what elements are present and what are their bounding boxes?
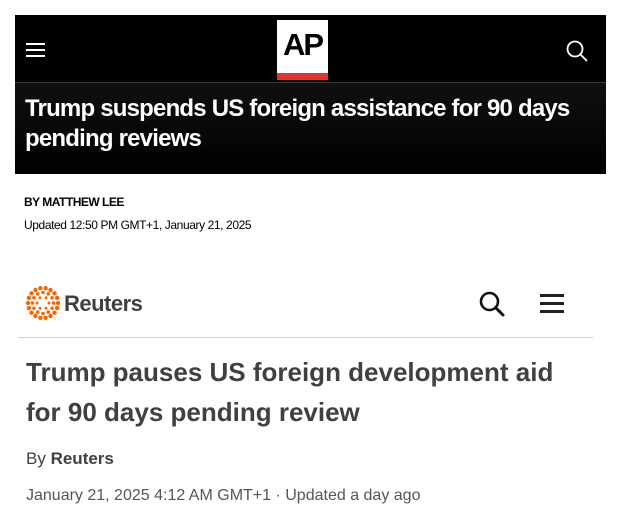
- hamburger-menu-icon[interactable]: [540, 294, 564, 314]
- reuters-dots-logo[interactable]: [25, 285, 61, 321]
- ap-updated-timestamp: Updated 12:50 PM GMT+1, January 21, 2025: [24, 218, 252, 232]
- ap-headline: Trump suspends US foreign assistance for…: [25, 95, 570, 152]
- ap-logo-text: AP: [282, 27, 324, 62]
- reuters-header: Reuters: [18, 280, 593, 338]
- ap-headline-banner: Trump suspends US foreign assistance for…: [15, 82, 606, 174]
- search-icon[interactable]: [478, 290, 506, 318]
- ap-logo-bar: [277, 73, 328, 80]
- search-icon[interactable]: [566, 40, 588, 62]
- reuters-brand[interactable]: Reuters: [64, 291, 143, 317]
- reuters-headline: Trump pauses US foreign development aid …: [26, 357, 554, 427]
- hamburger-menu-icon[interactable]: [26, 43, 45, 57]
- byline-prefix: By: [26, 449, 46, 468]
- ap-header: AP: [15, 15, 606, 82]
- reuters-byline: By Reuters: [26, 449, 114, 469]
- byline-author[interactable]: Reuters: [51, 449, 114, 468]
- reuters-date: January 21, 2025 4:12 AM GMT+1 · Updated…: [26, 487, 421, 504]
- ap-logo[interactable]: AP: [277, 20, 328, 80]
- ap-byline[interactable]: BY MATTHEW LEE: [24, 195, 124, 209]
